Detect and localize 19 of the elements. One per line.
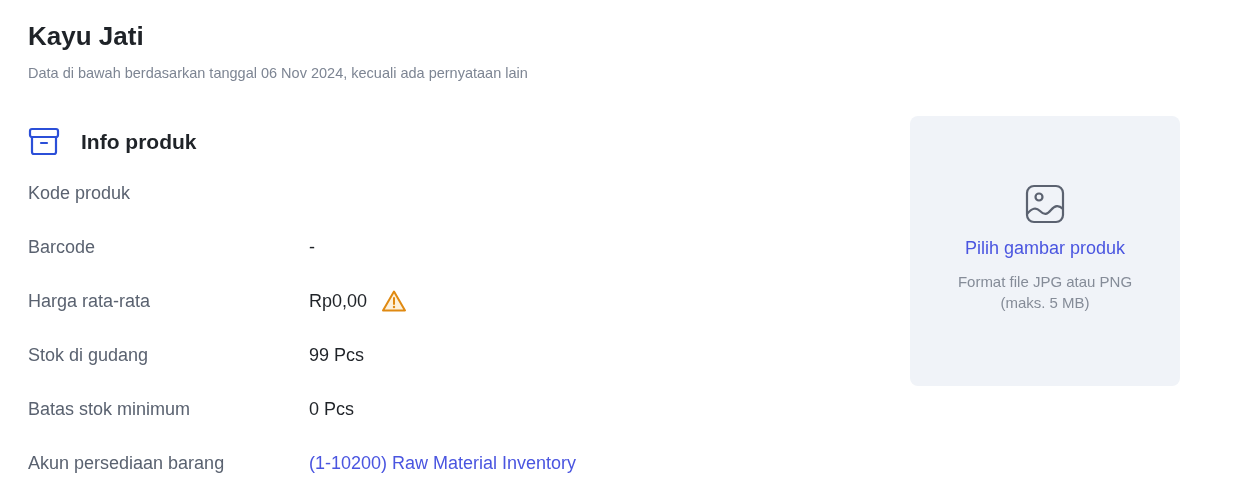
field-value: -	[309, 236, 315, 258]
archive-box-icon	[28, 126, 60, 158]
section-title: Info produk	[81, 130, 197, 154]
field-label: Batas stok minimum	[28, 398, 192, 420]
field-label: Harga rata-rata	[28, 290, 152, 312]
image-icon	[1025, 183, 1065, 224]
account-link[interactable]: (1-10200) Raw Material Inventory	[309, 452, 577, 474]
field-label: Akun persediaan barang	[28, 452, 226, 474]
field-label: Kode produk	[28, 182, 132, 204]
field-label: Stok di gudang	[28, 344, 150, 366]
field-value: 99 Pcs	[309, 344, 365, 366]
upload-link[interactable]: Pilih gambar produk	[964, 237, 1126, 259]
upload-hint: Format file JPG atau PNG (maks. 5 MB)	[956, 271, 1134, 313]
page-subtitle: Data di bawah berdasarkan tanggal 06 Nov 2024, kecuali ada pernyataan lain	[28, 64, 529, 82]
field-value: 0 Pcs	[309, 398, 355, 420]
field-value: Rp0,00	[309, 290, 368, 312]
field-label: Barcode	[28, 236, 97, 258]
image-upload-area[interactable]: Pilih gambar produk Format file JPG atau PNG (maks. 5 MB)	[910, 116, 1180, 386]
page-title: Kayu Jati	[28, 20, 145, 52]
